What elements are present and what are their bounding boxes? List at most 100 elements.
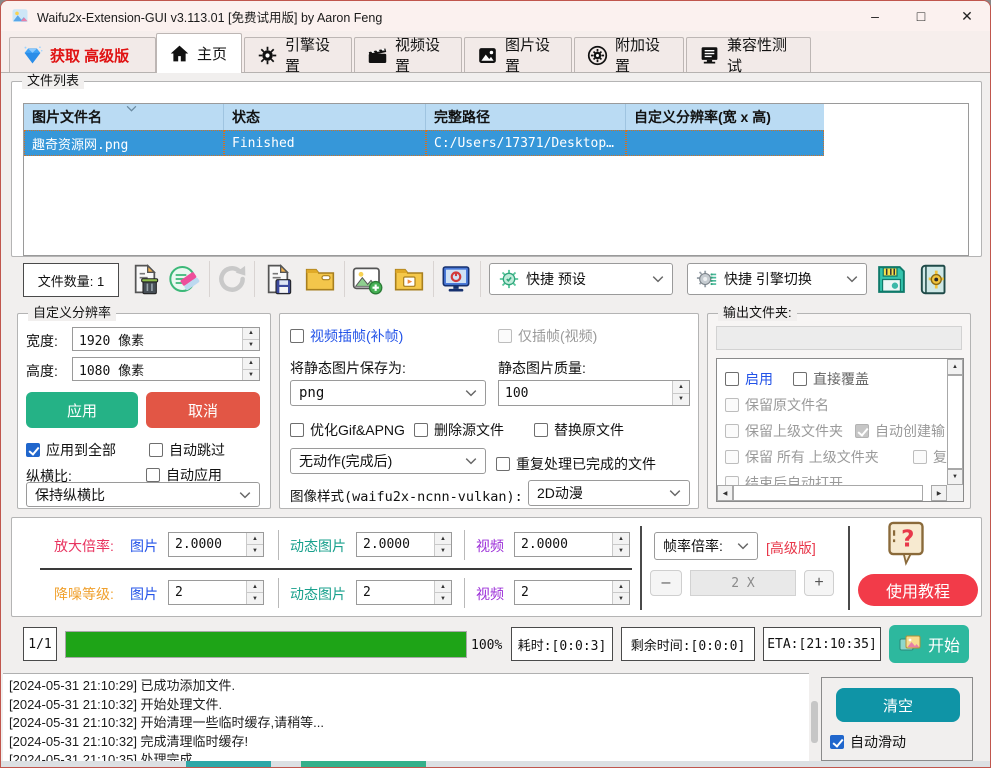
image-style-dropdown[interactable]: 2D动漫 [528, 480, 690, 506]
tab-get-premium[interactable]: 获取 高级版 [9, 37, 156, 72]
after-action-dropdown[interactable]: 无动作(完成后) [290, 448, 486, 474]
auto-create-output-checkbox[interactable]: 自动创建输 [855, 421, 945, 441]
spin-up-icon[interactable]: ▲ [613, 581, 629, 593]
column-header-custom-res[interactable]: 自定义分辨率(宽 x 高) [626, 104, 824, 130]
clear-log-button[interactable]: 清空 [836, 688, 960, 722]
scroll-right-icon[interactable]: ▶ [931, 485, 947, 501]
apply-button[interactable]: 应用 [26, 392, 138, 428]
cell-path[interactable]: C:/Users/17371/Desktop… [426, 130, 626, 156]
scale-gif-spinbox[interactable]: 2.0000 ▲▼ [356, 532, 452, 557]
aspect-ratio-dropdown[interactable]: 保持纵横比 [26, 482, 260, 507]
cell-status[interactable]: Finished [224, 130, 426, 156]
cell-custom-res[interactable] [626, 130, 824, 156]
spin-up-icon[interactable]: ▲ [673, 381, 689, 394]
add-video-folder-button[interactable] [391, 261, 427, 297]
delete-source-checkbox[interactable]: 删除源文件 [414, 420, 504, 440]
scroll-left-icon[interactable]: ◀ [717, 485, 733, 501]
close-button[interactable]: ✕ [944, 1, 990, 31]
spin-up-icon[interactable]: ▲ [435, 533, 451, 545]
replace-original-checkbox[interactable]: 替换原文件 [534, 420, 624, 440]
chevron-down-icon [846, 275, 858, 283]
spin-down-icon[interactable]: ▼ [243, 370, 259, 381]
spin-up-icon[interactable]: ▲ [247, 581, 263, 593]
height-spinbox[interactable]: 1080 像素 ▲▼ [72, 357, 260, 381]
apply-to-all-checkbox[interactable]: 应用到全部 [26, 440, 116, 460]
width-spinbox[interactable]: 1920 像素 ▲▼ [72, 327, 260, 351]
spin-up-icon[interactable]: ▲ [243, 328, 259, 340]
scroll-up-icon[interactable]: ▲ [947, 359, 963, 375]
tab-compatibility-test[interactable]: 兼容性测试 [686, 37, 811, 72]
video-interpolation-checkbox[interactable]: 视频插帧(补帧) [290, 326, 403, 346]
keep-filename-checkbox[interactable]: 保留原文件名 [725, 395, 829, 415]
framerate-minus-button[interactable]: – [650, 570, 682, 596]
tab-engine-settings[interactable]: 引擎设置 [244, 37, 352, 72]
save-file-list-button[interactable] [260, 261, 296, 297]
shutdown-monitor-button[interactable] [438, 261, 474, 297]
cell-filename[interactable]: 趣奇资源网.png [24, 130, 224, 156]
denoise-level-label: 降噪等级: [54, 584, 114, 604]
spin-down-icon[interactable]: ▼ [243, 340, 259, 351]
denoise-image-spinbox[interactable]: 2 ▲▼ [168, 580, 264, 605]
spin-down-icon[interactable]: ▼ [673, 394, 689, 406]
floppy-save-icon [875, 263, 908, 296]
scale-image-spinbox[interactable]: 2.0000 ▲▼ [168, 532, 264, 557]
enable-output-checkbox[interactable]: 启用 [725, 369, 773, 389]
start-button[interactable]: 开始 [889, 625, 969, 663]
log-scrollbar-thumb[interactable] [811, 701, 818, 743]
framerate-plus-button[interactable]: + [804, 570, 834, 596]
interpolation-only-checkbox[interactable]: 仅插帧(视频) [498, 326, 597, 346]
auto-scroll-checkbox[interactable]: 自动滑动 [830, 732, 906, 752]
cancel-button[interactable]: 取消 [146, 392, 260, 428]
overwrite-checkbox[interactable]: 直接覆盖 [793, 369, 869, 389]
scale-video-spinbox[interactable]: 2.0000 ▲▼ [514, 532, 630, 557]
maximize-button[interactable]: □ [898, 1, 944, 31]
quality-spinbox[interactable]: 100 ▲▼ [498, 380, 690, 406]
horizontal-scrollbar-thumb[interactable] [733, 485, 923, 501]
tutorial-button[interactable]: 使用教程 [858, 574, 978, 606]
table-row[interactable]: 趣奇资源网.png Finished C:/Users/17371/Deskto… [24, 130, 968, 156]
refresh-button[interactable] [214, 261, 250, 297]
clear-list-button[interactable] [167, 261, 203, 297]
save-settings-button[interactable] [873, 261, 909, 297]
reprocess-finished-checkbox[interactable]: 重复处理已完成的文件 [496, 454, 656, 474]
column-header-path[interactable]: 完整路径 [426, 104, 626, 130]
tab-video-settings[interactable]: 视频设置 [354, 37, 462, 72]
spin-up-icon[interactable]: ▲ [247, 533, 263, 545]
remove-file-button[interactable] [127, 261, 163, 297]
column-header-status[interactable]: 状态 [224, 104, 426, 130]
optimize-gif-checkbox[interactable]: 优化Gif&APNG [290, 420, 405, 440]
spin-up-icon[interactable]: ▲ [613, 533, 629, 545]
add-image-button[interactable] [349, 261, 385, 297]
output-path-field[interactable] [716, 326, 962, 350]
scroll-down-icon[interactable]: ▼ [947, 469, 963, 485]
settings-guide-button[interactable] [915, 261, 951, 297]
spin-down-icon[interactable]: ▼ [613, 593, 629, 604]
column-header-filename[interactable]: 图片文件名 [24, 104, 224, 130]
spin-down-icon[interactable]: ▼ [435, 593, 451, 604]
keep-parent-folder-checkbox[interactable]: 保留上级文件夹 [725, 421, 843, 441]
keep-all-parents-checkbox[interactable]: 保留 所有 上级文件夹 [725, 447, 879, 467]
minimize-button[interactable]: – [852, 1, 898, 31]
vertical-scrollbar-thumb[interactable] [947, 375, 963, 469]
file-table[interactable]: 图片文件名 状态 完整路径 自定义分辨率(宽 x 高) 趣奇资源网.png Fi… [23, 103, 969, 256]
image-style-label: 图像样式(waifu2x-ncnn-vulkan): [290, 485, 523, 505]
quick-engine-dropdown[interactable]: 快捷 引擎切换 [687, 263, 867, 295]
open-folder-button[interactable] [302, 261, 338, 297]
quick-preset-dropdown[interactable]: 快捷 预设 [489, 263, 673, 295]
framerate-dropdown[interactable]: 帧率倍率: [654, 532, 758, 560]
spin-down-icon[interactable]: ▼ [613, 545, 629, 556]
auto-skip-checkbox[interactable]: 自动跳过 [149, 440, 225, 460]
denoise-video-spinbox[interactable]: 2 ▲▼ [514, 580, 630, 605]
quality-label: 静态图片质量: [498, 358, 586, 378]
denoise-gif-spinbox[interactable]: 2 ▲▼ [356, 580, 452, 605]
tab-home[interactable]: 主页 [156, 33, 242, 73]
spin-down-icon[interactable]: ▼ [247, 545, 263, 556]
spin-down-icon[interactable]: ▼ [247, 593, 263, 604]
save-format-dropdown[interactable]: png [290, 380, 486, 406]
spin-down-icon[interactable]: ▼ [435, 545, 451, 556]
spin-up-icon[interactable]: ▲ [243, 358, 259, 370]
tab-additional-settings[interactable]: 附加设置 [574, 37, 684, 72]
spin-up-icon[interactable]: ▲ [435, 581, 451, 593]
log-output[interactable]: [2024-05-31 21:10:29] 已成功添加文件. [2024-05-… [3, 673, 809, 768]
tab-image-settings[interactable]: 图片设置 [464, 37, 572, 72]
